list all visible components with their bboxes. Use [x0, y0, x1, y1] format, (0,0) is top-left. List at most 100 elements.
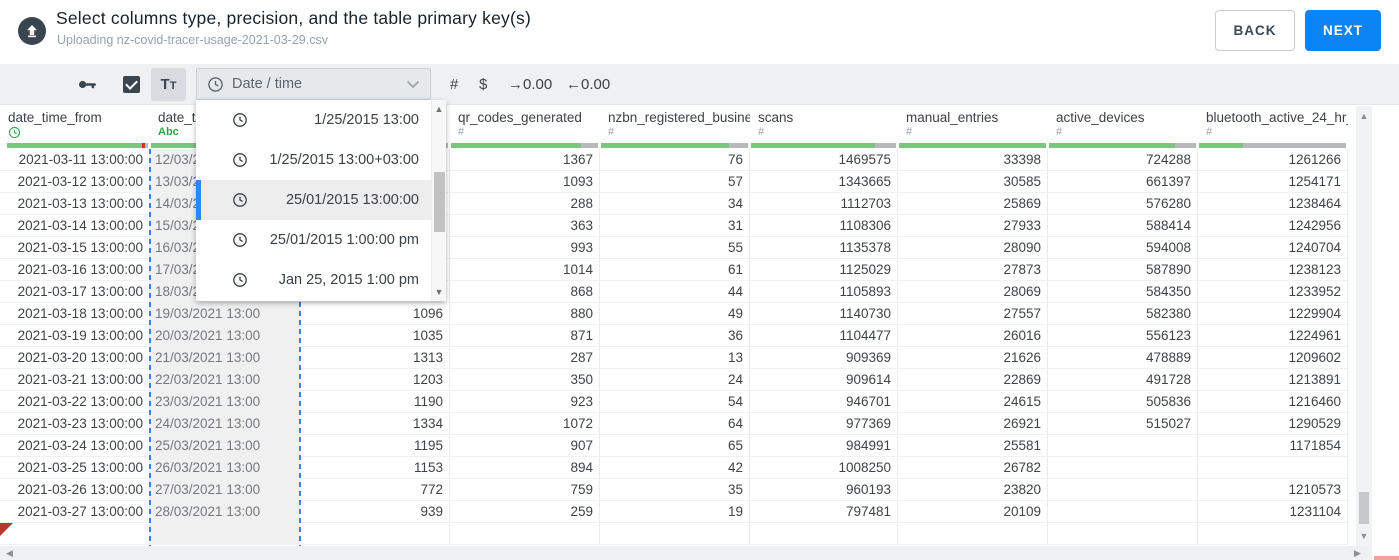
table-cell: 2021-03-20 13:00:00 [0, 347, 150, 368]
table-cell: 1104477 [750, 325, 898, 346]
table-cell: 1343665 [750, 171, 898, 192]
next-button[interactable]: NEXT [1305, 10, 1381, 51]
table-cell: 1242956 [1198, 215, 1348, 236]
table-cell: 724288 [1048, 149, 1198, 170]
scroll-down-icon[interactable]: ▼ [1356, 531, 1372, 541]
row-error-marker [0, 523, 13, 536]
table-cell: 2021-03-17 13:00:00 [0, 281, 150, 302]
clock-icon [232, 272, 248, 288]
integer-type-button[interactable]: # [450, 64, 458, 105]
vertical-scrollbar-thumb[interactable] [1359, 492, 1369, 524]
table-cell: 26921 [898, 413, 1048, 434]
scroll-down-icon[interactable]: ▼ [432, 287, 446, 297]
table-cell: 1238123 [1198, 259, 1348, 280]
table-cell: 363 [450, 215, 600, 236]
table-cell: 31 [600, 215, 750, 236]
table-cell: 259 [450, 501, 600, 522]
clock-icon [232, 232, 248, 248]
table-cell: 1153 [300, 457, 450, 478]
table-cell [450, 523, 600, 544]
table-cell: 587890 [1048, 259, 1198, 280]
table-cell: 26/03/2021 13:00 [150, 457, 300, 478]
table-cell: 1014 [450, 259, 600, 280]
column-header-date_time_from[interactable]: date_time_from [0, 105, 150, 143]
table-cell: 25581 [898, 435, 1048, 456]
column-name: date_time_from [8, 110, 102, 125]
column-quality-bar [451, 143, 598, 148]
table-cell: 894 [450, 457, 600, 478]
table-row: 2021-03-19 13:00:00 20/03/2021 13:00 1035 8… [0, 325, 1348, 347]
column-header-scans[interactable]: scans # [750, 105, 898, 143]
column-header-active_devices[interactable]: active_devices # [1048, 105, 1198, 143]
currency-type-button[interactable]: $ [479, 64, 487, 105]
table-cell: 2021-03-27 13:00:00 [0, 501, 150, 522]
dropdown-item[interactable]: 25/01/2015 13:00:00 [196, 180, 446, 220]
table-cell [750, 523, 898, 544]
table-cell: 1334 [300, 413, 450, 434]
table-cell [1048, 523, 1198, 544]
table-cell: 13 [600, 347, 750, 368]
table-cell: 1112703 [750, 193, 898, 214]
table-cell: 588414 [1048, 215, 1198, 236]
page-subtitle: Uploading nz-covid-tracer-usage-2021-03-… [57, 33, 328, 47]
column-header-bluetooth_active_24_hr_[interactable]: bluetooth_active_24_hr_ # [1198, 105, 1348, 143]
table-cell: 582380 [1048, 303, 1198, 324]
column-name: qr_codes_generated [458, 110, 582, 125]
table-cell: 1072 [450, 413, 600, 434]
increase-decimal-button[interactable]: →0.00 [508, 64, 552, 105]
table-cell: 61 [600, 259, 750, 280]
table-cell: 759 [450, 479, 600, 500]
primary-key-button[interactable] [78, 64, 100, 105]
back-button[interactable]: BACK [1215, 10, 1295, 51]
dropdown-item[interactable]: 25/01/2015 1:00:00 pm [196, 220, 446, 260]
table-cell: 20/03/2021 13:00 [150, 325, 300, 346]
column-header-nzbn_registered_busine[interactable]: nzbn_registered_busine # [600, 105, 750, 143]
scroll-up-icon[interactable]: ▲ [1356, 111, 1372, 121]
table-cell: 1254171 [1198, 171, 1348, 192]
table-cell: 2021-03-19 13:00:00 [0, 325, 150, 346]
table-cell: 22869 [898, 369, 1048, 390]
column-type-toolbar: Tt Date / time # $ →0.00 ←0.00 [0, 64, 1399, 105]
column-header-qr_codes_generated[interactable]: qr_codes_generated # [450, 105, 600, 143]
table-cell: 1213891 [1198, 369, 1348, 390]
table-cell [1048, 501, 1198, 522]
table-cell: 57 [600, 171, 750, 192]
checkbox-checked[interactable] [123, 76, 140, 93]
table-row: 2021-03-21 13:00:00 22/03/2021 13:00 1203 3… [0, 369, 1348, 391]
scroll-left-icon[interactable]: ◀ [6, 546, 13, 560]
table-cell [1048, 479, 1198, 500]
dropdown-scrollbar[interactable]: ▲ ▼ [431, 100, 446, 301]
vertical-scrollbar[interactable]: ▲ ▼ [1356, 106, 1372, 546]
table-cell: 27873 [898, 259, 1048, 280]
dropdown-item[interactable]: Jan 25, 2015 1:00 pm [196, 260, 446, 300]
table-cell: 65 [600, 435, 750, 456]
dropdown-scrollbar-thumb[interactable] [434, 172, 445, 232]
decrease-decimal-button[interactable]: ←0.00 [566, 64, 610, 105]
number-type-label: # [1056, 126, 1063, 138]
column-header-manual_entries[interactable]: manual_entries # [898, 105, 1048, 143]
table-cell: 2021-03-21 13:00:00 [0, 369, 150, 390]
table-cell: 2021-03-15 13:00:00 [0, 237, 150, 258]
table-cell: 2021-03-12 13:00:00 [0, 171, 150, 192]
table-cell: 1135378 [750, 237, 898, 258]
table-row: 2021-03-25 13:00:00 26/03/2021 13:00 1153 8… [0, 457, 1348, 479]
number-type-label: # [458, 126, 465, 138]
horizontal-scrollbar[interactable]: ◀ ▶ [0, 546, 1372, 560]
column-name: scans [758, 110, 794, 125]
table-row: 2021-03-26 13:00:00 27/03/2021 13:00 772 75… [0, 479, 1348, 501]
table-row: 2021-03-18 13:00:00 19/03/2021 13:00 1096 8… [0, 303, 1348, 325]
table-cell: 54 [600, 391, 750, 412]
table-cell: 515027 [1048, 413, 1198, 434]
type-select-dropdown[interactable]: Date / time [196, 68, 431, 100]
dropdown-item[interactable]: 1/25/2015 13:00+03:00 [196, 140, 446, 180]
table-cell [1198, 457, 1348, 478]
table-cell: 909614 [750, 369, 898, 390]
table-cell: 1140730 [750, 303, 898, 324]
dropdown-item[interactable]: 1/25/2015 13:00 [196, 100, 446, 140]
column-name: active_devices [1056, 110, 1145, 125]
table-cell: 984991 [750, 435, 898, 456]
table-cell: 26782 [898, 457, 1048, 478]
scroll-up-icon[interactable]: ▲ [432, 104, 446, 114]
scroll-right-icon[interactable]: ▶ [1354, 546, 1361, 560]
text-type-button[interactable]: Tt [151, 68, 186, 101]
